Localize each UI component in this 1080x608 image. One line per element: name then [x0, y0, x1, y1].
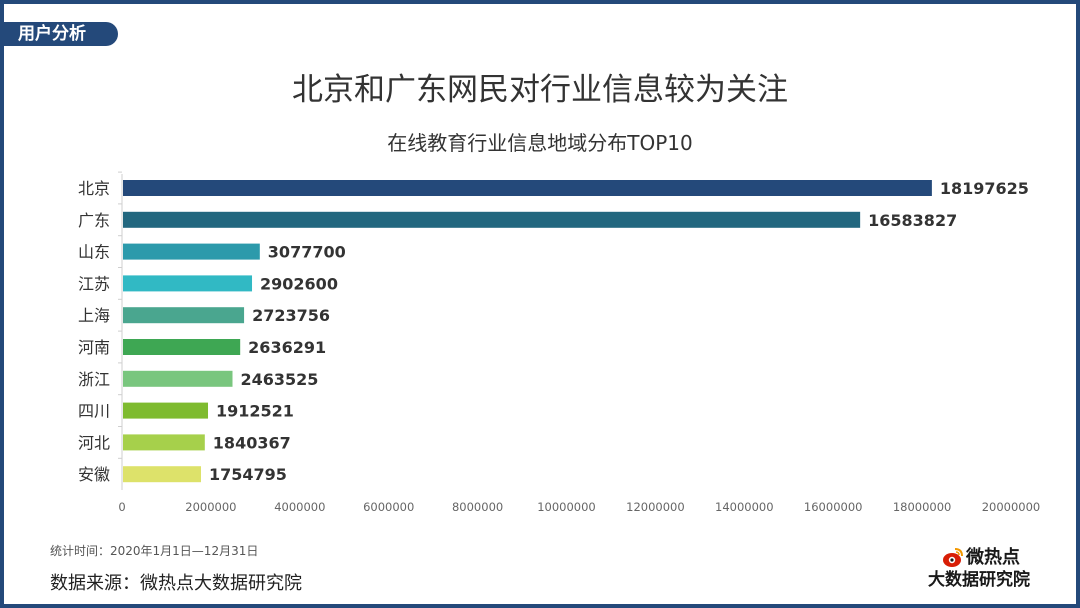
x-tick-label-9: 18000000 [893, 500, 952, 514]
data-label-7: 2463525 [241, 370, 319, 389]
bar-chart: 北京 18197625 广东 16583827 山东 3077700 江苏 2902600 上海… [78, 171, 1041, 514]
category-label-4: 江苏 [78, 274, 110, 293]
x-tick-label-7: 14000000 [715, 500, 774, 514]
brand-name: 微热点 [966, 547, 1020, 568]
data-label-3: 3077700 [268, 243, 346, 262]
x-tick-label-1: 2000000 [185, 500, 236, 514]
data-label-8: 1912521 [216, 402, 294, 421]
x-tick-label-4: 8000000 [452, 500, 503, 514]
brand-subtitle: 大数据研究院 [928, 570, 1030, 590]
data-label-2: 16583827 [868, 211, 957, 230]
data-label-5: 2723756 [252, 306, 330, 325]
statistics-period: 统计时间：2020年1月1日—12月31日 [50, 544, 259, 558]
x-tick-label-10: 20000000 [982, 500, 1041, 514]
bar-7 [123, 370, 233, 387]
data-label-10: 1754795 [209, 465, 287, 484]
bar-8 [123, 402, 209, 419]
x-tick-label-5: 10000000 [537, 500, 596, 514]
category-label-9: 河北 [78, 433, 110, 452]
weibo-eye-icon [943, 548, 963, 567]
bar-10 [123, 466, 202, 483]
x-tick-label-0: 0 [118, 500, 125, 514]
category-label-1: 北京 [78, 179, 110, 198]
data-label-6: 2636291 [248, 338, 326, 357]
category-label-8: 四川 [78, 402, 110, 421]
category-label-6: 河南 [78, 338, 110, 357]
bar-1 [123, 180, 932, 196]
bar-4 [123, 275, 253, 292]
bar-5 [123, 307, 245, 324]
category-label-10: 安徽 [78, 465, 110, 484]
data-label-4: 2902600 [260, 274, 338, 293]
category-label-5: 上海 [78, 306, 110, 325]
data-source: 数据来源：微热点大数据研究院 [50, 573, 302, 594]
x-tick-label-6: 12000000 [626, 500, 685, 514]
bar-9 [123, 434, 205, 451]
bar-6 [123, 339, 241, 355]
data-label-1: 18197625 [940, 179, 1029, 198]
x-tick-label-3: 6000000 [363, 500, 414, 514]
category-label-2: 广东 [78, 211, 110, 230]
brand-logo: 微热点 大数据研究院 [918, 545, 1048, 591]
x-tick-label-8: 16000000 [804, 500, 863, 514]
data-label-9: 1840367 [213, 433, 291, 452]
x-tick-label-2: 4000000 [274, 500, 325, 514]
category-label-3: 山东 [78, 243, 110, 262]
bar-3 [123, 243, 260, 260]
bar-2 [123, 211, 861, 228]
category-label-7: 浙江 [78, 370, 110, 389]
